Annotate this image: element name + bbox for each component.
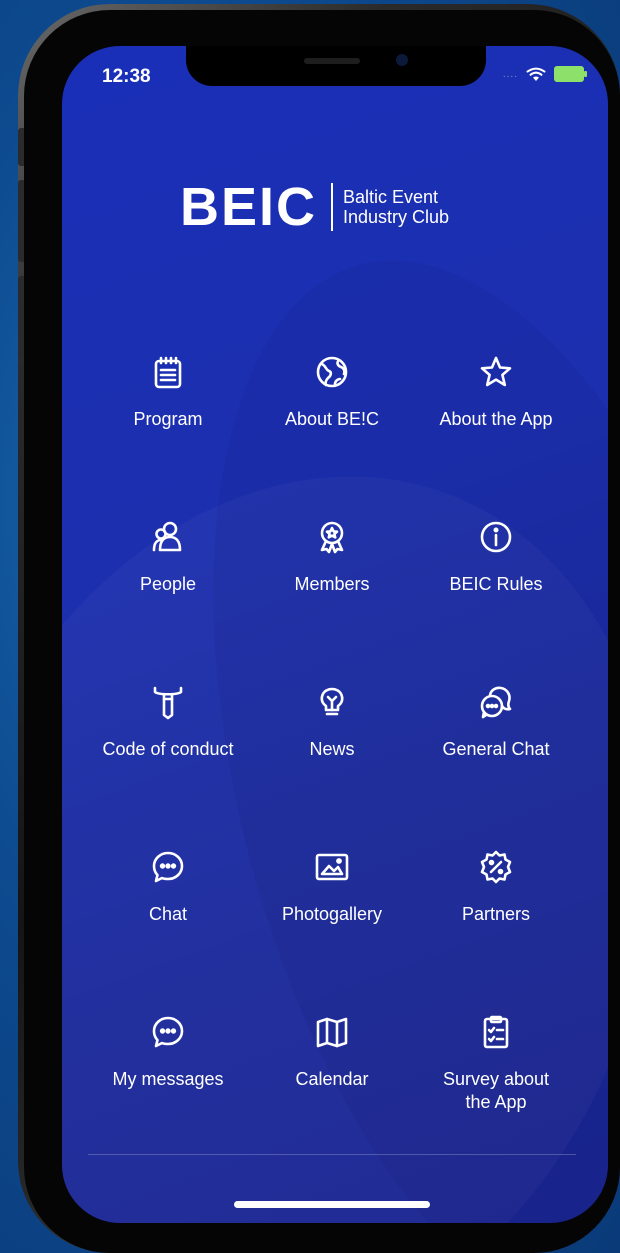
award-badge-icon — [314, 519, 350, 555]
status-time: 12:38 — [102, 66, 151, 87]
menu-item-label: Partners — [461, 904, 531, 924]
menu-item-beic-rules[interactable]: BEIC Rules — [414, 511, 578, 676]
menu-item-label: Code of conduct — [102, 739, 234, 759]
menu-item-program[interactable]: Program — [86, 346, 250, 511]
logo-separator — [331, 183, 334, 231]
logo-mark: BEIC — [180, 177, 318, 237]
menu-item-chat[interactable]: Chat — [86, 841, 250, 1006]
star-icon — [478, 354, 514, 390]
logo-line-2: Industry Club — [343, 207, 450, 227]
menu-item-label: Chat — [148, 904, 188, 924]
checklist-icon — [478, 1014, 514, 1050]
map-icon — [314, 1014, 350, 1050]
people-icon — [150, 519, 186, 555]
calendar-notepad-icon — [150, 354, 186, 390]
menu-item-people[interactable]: People — [86, 511, 250, 676]
menu-item-general-chat[interactable]: General Chat — [414, 676, 578, 841]
beic-logo: BEIC Baltic Event Industry Club — [180, 176, 449, 238]
menu-item-my-messages[interactable]: My messages — [86, 1006, 250, 1171]
globe-icon — [314, 354, 350, 390]
menu-item-label: BEIC Rules — [449, 574, 543, 594]
signal-icon: .... — [502, 68, 518, 80]
menu-grid: Program About BE!C About the App People … — [86, 346, 584, 1171]
wifi-icon — [526, 67, 546, 81]
bottom-divider — [88, 1154, 576, 1155]
lightbulb-icon — [314, 684, 350, 720]
menu-item-label: Members — [294, 574, 370, 594]
status-right: .... — [502, 66, 587, 82]
group-chat-icon — [478, 684, 514, 720]
info-icon — [478, 519, 514, 555]
front-camera — [396, 54, 408, 66]
chat-bubble-icon — [150, 849, 186, 885]
tie-icon — [150, 684, 186, 720]
menu-item-about-beic[interactable]: About BE!C — [250, 346, 414, 511]
menu-item-about-app[interactable]: About the App — [414, 346, 578, 511]
discount-badge-icon — [478, 849, 514, 885]
notch — [186, 46, 486, 86]
logo-line-1: Baltic Event — [343, 187, 439, 207]
menu-item-label: News — [309, 739, 355, 759]
speaker-grille — [304, 58, 360, 64]
menu-item-label: About the App — [439, 409, 553, 429]
menu-item-survey[interactable]: Survey about the App — [414, 1006, 578, 1171]
app-screen: 12:38 .... BEIC Baltic Event Industry Cl… — [62, 46, 608, 1223]
menu-item-calendar[interactable]: Calendar — [250, 1006, 414, 1171]
menu-item-label: My messages — [112, 1069, 224, 1089]
menu-item-news[interactable]: News — [250, 676, 414, 841]
message-bubble-icon — [150, 1014, 186, 1050]
menu-item-members[interactable]: Members — [250, 511, 414, 676]
battery-charging-icon — [554, 66, 587, 82]
menu-item-label: Photogallery — [281, 904, 383, 924]
menu-item-label: People — [139, 574, 197, 594]
menu-item-photogallery[interactable]: Photogallery — [250, 841, 414, 1006]
menu-item-label: General Chat — [442, 739, 550, 759]
menu-item-code-of-conduct[interactable]: Code of conduct — [86, 676, 250, 841]
logo-subtitle: Baltic Event Industry Club — [343, 187, 449, 227]
menu-item-label: About BE!C — [284, 409, 380, 429]
photo-icon — [314, 849, 350, 885]
home-indicator[interactable] — [234, 1201, 430, 1208]
menu-item-partners[interactable]: Partners — [414, 841, 578, 1006]
menu-item-label: Survey about the App — [442, 1069, 550, 1112]
menu-item-label: Calendar — [295, 1069, 369, 1089]
menu-item-label: Program — [133, 409, 203, 429]
